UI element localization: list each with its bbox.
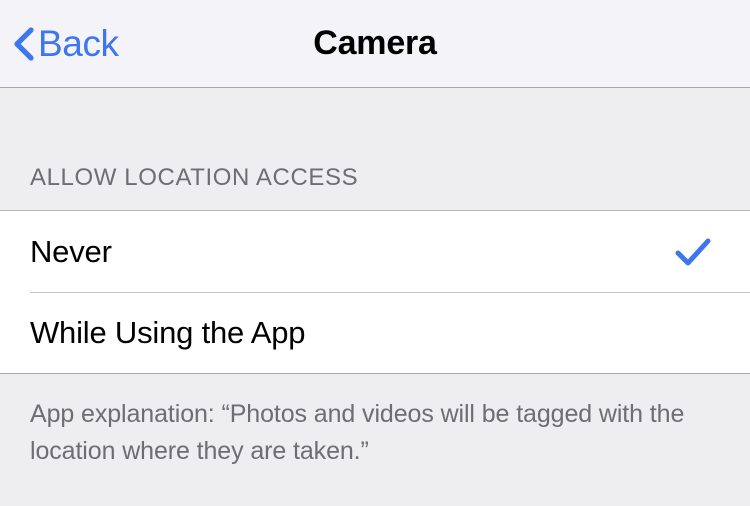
navigation-bar: Back Camera [0,0,750,88]
back-button-label: Back [38,22,119,64]
back-button[interactable]: Back [12,0,129,87]
option-label: Never [30,233,112,269]
location-access-options-group: Never While Using the App [0,210,750,374]
option-row-while-using-the-app[interactable]: While Using the App [0,292,750,373]
section-footer-app-explanation: App explanation: “Photos and videos will… [0,374,750,470]
section-header-allow-location-access: ALLOW LOCATION ACCESS [0,88,750,210]
checkmark-icon [675,238,711,265]
chevron-left-icon [14,26,34,61]
option-row-never[interactable]: Never [0,211,750,292]
option-label: While Using the App [30,314,306,350]
